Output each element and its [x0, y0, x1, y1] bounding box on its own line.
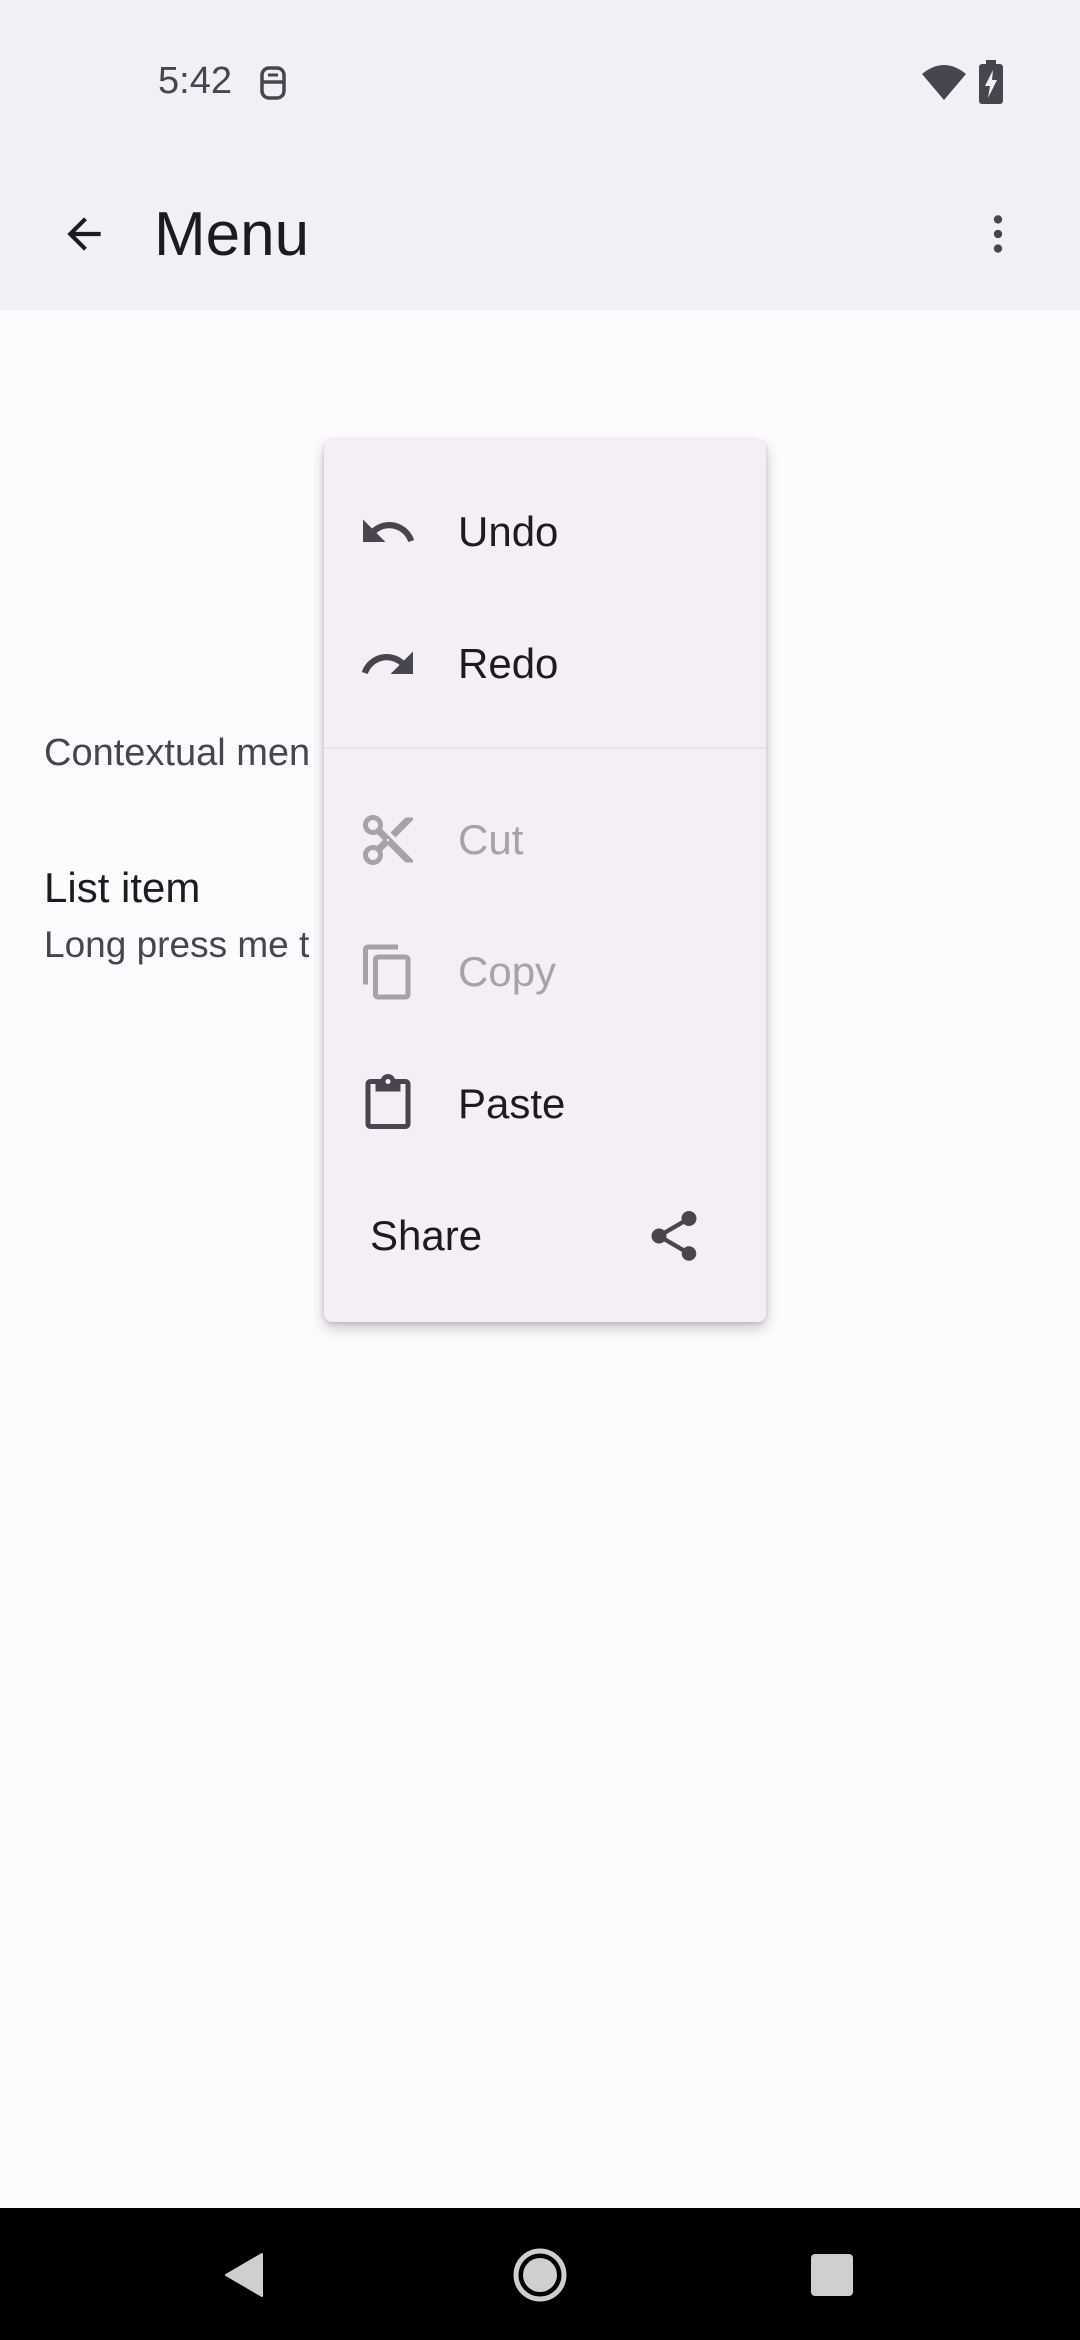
nav-home-icon	[513, 2248, 567, 2302]
copy-icon	[363, 944, 411, 1000]
launcher-notification-icon	[260, 66, 286, 100]
menu-item-paste[interactable]: Paste	[324, 1038, 766, 1170]
redo-icon	[361, 651, 413, 674]
undo-icon	[363, 519, 415, 542]
menu-item-copy[interactable]: Copy	[324, 906, 766, 1038]
scissors-icon	[363, 815, 413, 865]
nav-home-button[interactable]	[495, 2230, 585, 2320]
clipboard-icon	[365, 1074, 411, 1129]
wifi-icon	[922, 65, 966, 100]
top-app-bar: Menu	[0, 160, 1080, 310]
nav-back-button[interactable]	[198, 2230, 288, 2320]
menu-item-cut[interactable]: Cut	[324, 774, 766, 906]
list-item-supporting-text: Long press me t	[44, 924, 310, 965]
list-item-headline: List item	[44, 864, 201, 911]
share-icon	[651, 1211, 697, 1261]
menu-item-label: Undo	[458, 508, 559, 555]
more-options-button[interactable]	[950, 186, 1046, 282]
nav-back-icon	[225, 2253, 263, 2297]
menu-item-redo[interactable]: Redo	[324, 598, 766, 730]
system-navigation-bar	[0, 2208, 1080, 2340]
battery-charging-icon	[979, 60, 1003, 104]
menu-item-label: Cut	[458, 816, 524, 863]
status-time: 5:42	[158, 60, 232, 102]
page-title: Menu	[154, 200, 310, 269]
context-menu: Undo Redo Cut Copy Paste Share	[324, 440, 766, 1322]
status-bar: 5:42	[0, 0, 1080, 160]
nav-recents-icon	[811, 2254, 853, 2296]
nav-recents-button[interactable]	[787, 2230, 877, 2320]
menu-item-undo[interactable]: Undo	[324, 466, 766, 598]
menu-item-label: Copy	[458, 948, 557, 995]
back-button[interactable]	[36, 186, 132, 282]
menu-item-label: Share	[370, 1212, 483, 1259]
menu-item-label: Redo	[458, 640, 559, 687]
menu-item-label: Paste	[458, 1080, 566, 1127]
menu-item-share[interactable]: Share	[324, 1170, 766, 1302]
menu-divider	[324, 747, 766, 749]
contextual-menu-label: Contextual men	[44, 732, 311, 774]
arrow-back-icon	[67, 217, 101, 251]
more-vert-icon	[993, 215, 1003, 253]
